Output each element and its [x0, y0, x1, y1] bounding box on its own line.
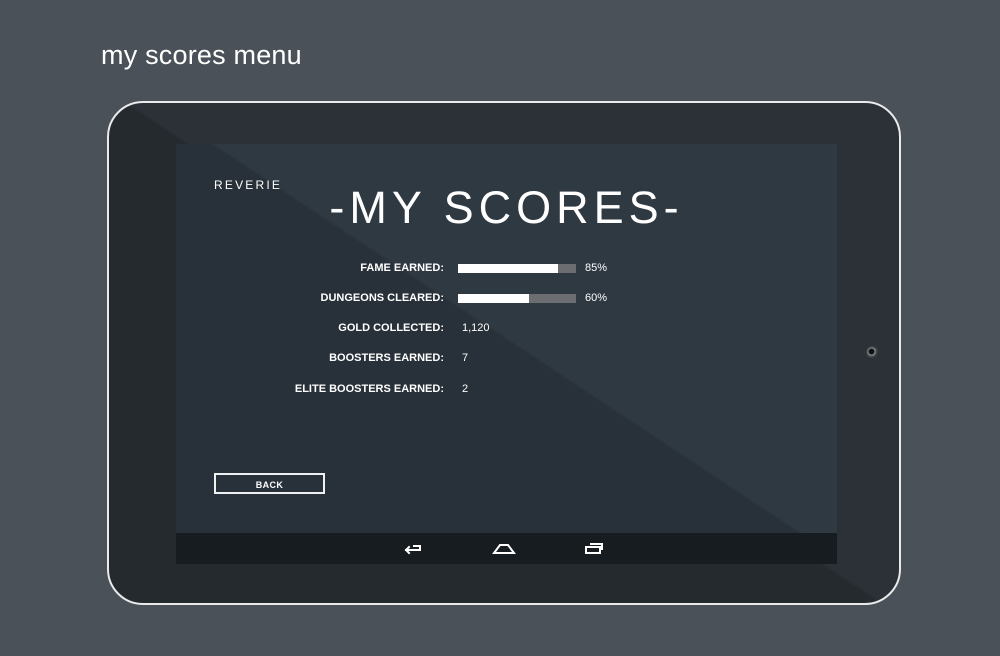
recent-apps-icon[interactable] [582, 540, 606, 556]
dungeons-progress-fill [458, 294, 529, 303]
boosters-value: 7 [462, 352, 469, 364]
elite-boosters-value: 2 [462, 383, 469, 395]
caption: my scores menu [101, 40, 302, 70]
stat-label-boosters: BOOSTERS EARNED: [329, 352, 444, 364]
system-navigation-bar [176, 533, 837, 564]
dungeons-progress-bar [458, 294, 576, 303]
stat-label-elite-boosters: ELITE BOOSTERS EARNED: [294, 383, 444, 395]
back-icon[interactable] [401, 540, 425, 556]
dungeons-percent: 60% [585, 292, 608, 304]
page-title: -MY SCORES- [329, 182, 684, 233]
stat-label-dungeons: DUNGEONS CLEARED: [320, 292, 444, 304]
fame-progress-bar [458, 264, 576, 273]
stat-row-dungeons: DUNGEONS CLEARED: 60% [176, 292, 837, 312]
stat-row-elite-boosters: ELITE BOOSTERS EARNED: 2 [176, 383, 837, 403]
stat-row-fame: FAME EARNED: 85% [176, 262, 837, 282]
app-screen: REVERIE -MY SCORES- FAME EARNED: 85% DUN… [176, 144, 837, 533]
stat-row-boosters: BOOSTERS EARNED: 7 [176, 352, 837, 372]
tablet-device: REVERIE -MY SCORES- FAME EARNED: 85% DUN… [107, 101, 901, 605]
home-icon[interactable] [492, 540, 516, 556]
stat-label-gold: GOLD COLLECTED: [338, 322, 444, 334]
back-button[interactable]: BACK [214, 473, 325, 494]
camera-icon [867, 347, 877, 357]
stat-row-gold: GOLD COLLECTED: 1,120 [176, 322, 837, 342]
gold-value: 1,120 [462, 322, 490, 334]
stat-label-fame: FAME EARNED: [360, 262, 444, 274]
fame-progress-fill [458, 264, 559, 273]
fame-percent: 85% [585, 262, 608, 274]
